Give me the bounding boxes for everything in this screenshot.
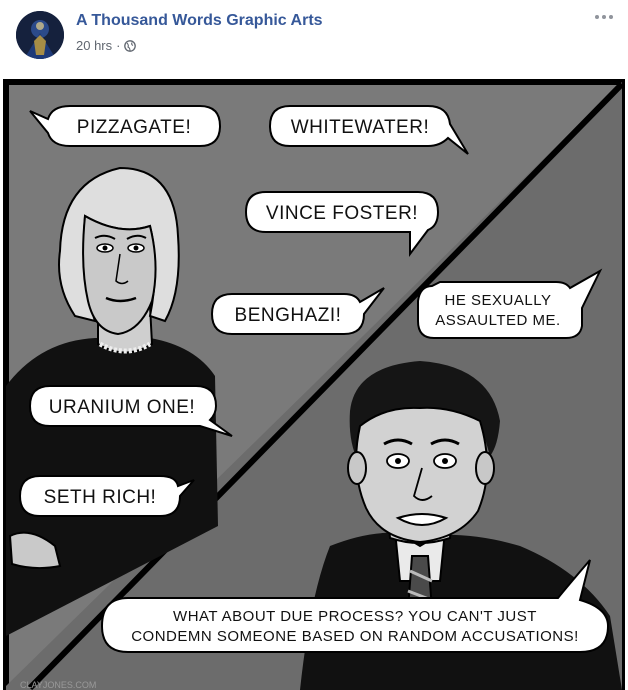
bubble-seth-rich: SETH RICH!	[18, 475, 195, 517]
comic-image[interactable]: PIZZAGATE! WHITEWATER! VINCE FOSTER! BEN…	[0, 76, 628, 690]
meta-separator: ·	[116, 38, 121, 53]
bubble-text-uranium: URANIUM ONE!	[49, 397, 195, 418]
bubble-text-seth-rich: SETH RICH!	[44, 487, 157, 508]
bubble-text-benghazi: BENGHAZI!	[235, 305, 342, 326]
bubble-pizzagate: PIZZAGATE!	[29, 105, 222, 147]
bubble-text-due-process-line1: WHAT ABOUT DUE PROCESS? YOU CAN'T JUST	[173, 608, 537, 625]
avatar-image	[16, 11, 64, 59]
bubble-text-assault-line2: ASSAULTED ME.	[435, 312, 560, 329]
bubble-text-due-process-line2: CONDEMN SOMEONE BASED ON RANDOM ACCUSATI…	[131, 628, 579, 645]
more-options-icon[interactable]	[592, 10, 616, 24]
bubble-text-whitewater: WHITEWATER!	[291, 117, 429, 138]
page-name-link[interactable]: A Thousand Words Graphic Arts	[76, 12, 323, 30]
artist-credit: CLAYJONES.COM	[20, 680, 96, 690]
post-timestamp[interactable]: 20 hrs	[76, 38, 112, 53]
bubble-text-vince-foster: VINCE FOSTER!	[266, 203, 418, 224]
bubble-text-assault-line1: HE SEXUALLY	[445, 292, 552, 309]
bubble-text-pizzagate: PIZZAGATE!	[77, 117, 191, 138]
avatar[interactable]	[16, 11, 64, 59]
post-header: A Thousand Words Graphic Arts 20 hrs ·	[0, 0, 628, 76]
post-meta: 20 hrs ·	[76, 38, 137, 53]
globe-icon[interactable]	[124, 39, 137, 52]
